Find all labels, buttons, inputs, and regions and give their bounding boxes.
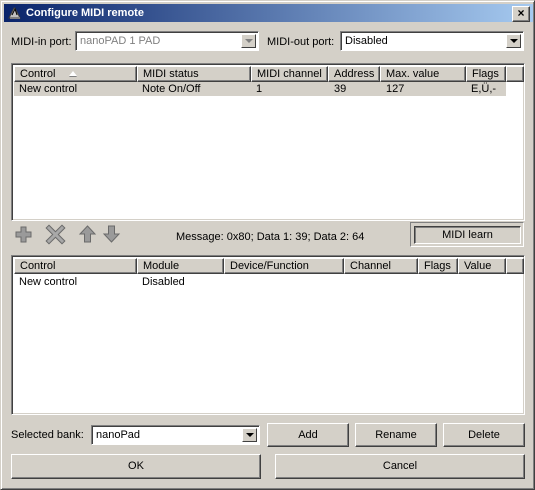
delete-control-button[interactable]	[44, 223, 67, 245]
column-header-label: Device/Function	[230, 260, 309, 272]
column-header-label: Address	[334, 68, 375, 80]
sort-ascending-icon	[69, 71, 77, 76]
cancel-label: Cancel	[382, 460, 418, 472]
table-row[interactable]: New control Note On/Off 1 39 127 E,Ü,-	[14, 82, 506, 96]
chevron-down-icon[interactable]	[242, 428, 257, 442]
cell-midi-channel: 1	[256, 83, 263, 95]
midi-learn-label: MIDI learn	[442, 229, 493, 241]
title-bar[interactable]: Configure MIDI remote ×	[4, 4, 533, 22]
cancel-button[interactable]: Cancel	[275, 454, 525, 479]
window-title: Configure MIDI remote	[26, 7, 144, 19]
arrow-up-icon	[78, 225, 97, 243]
close-icon: ×	[517, 6, 525, 20]
chevron-down-icon	[241, 34, 256, 48]
column-header-address[interactable]: Address	[328, 66, 380, 82]
delete-bank-button[interactable]: Delete	[443, 423, 525, 447]
column-header-midi-channel[interactable]: MIDI channel	[251, 66, 328, 82]
move-down-button[interactable]	[100, 223, 123, 245]
midi-in-select: nanoPAD 1 PAD	[75, 31, 259, 51]
ok-button[interactable]: OK	[11, 454, 261, 479]
cell-module: Disabled	[142, 276, 185, 288]
column-header-device-function[interactable]: Device/Function	[224, 258, 344, 274]
column-header-control[interactable]: Control	[14, 258, 137, 274]
table-row[interactable]: New control Disabled	[14, 274, 506, 288]
cell-address: 39	[334, 83, 347, 95]
midi-out-select[interactable]: Disabled	[340, 31, 524, 51]
column-header-flags[interactable]: Flags	[466, 66, 506, 82]
midi-out-value: Disabled	[345, 35, 388, 47]
selected-bank-label: Selected bank:	[11, 429, 84, 441]
midi-in-value: nanoPAD 1 PAD	[80, 35, 161, 47]
column-header-label: Max. value	[386, 68, 440, 80]
chevron-down-icon[interactable]	[506, 34, 521, 48]
rename-bank-label: Rename	[375, 429, 417, 441]
column-header-channel[interactable]: Channel	[344, 258, 418, 274]
bank-value: nanoPad	[96, 429, 141, 441]
column-header-flags[interactable]: Flags	[418, 258, 458, 274]
cell-control: New control	[19, 83, 78, 95]
column-header-module[interactable]: Module	[137, 258, 224, 274]
bank-select[interactable]: nanoPad	[91, 425, 260, 445]
column-header-label: Control	[20, 260, 56, 272]
rename-bank-button[interactable]: Rename	[355, 423, 437, 447]
column-header-label: Value	[464, 260, 492, 272]
midi-out-label: MIDI-out port:	[267, 36, 335, 48]
column-header-max-value[interactable]: Max. value	[380, 66, 466, 82]
column-header-label: MIDI channel	[257, 68, 322, 80]
arrow-down-icon	[102, 225, 121, 243]
target-control-list[interactable]: Control Module Device/Function Channel F…	[11, 255, 525, 415]
column-header-label: Flags	[424, 260, 451, 272]
add-bank-label: Add	[298, 429, 318, 441]
column-header-label: Flags	[472, 68, 499, 80]
dialog-window: Configure MIDI remote × MIDI-in port: na…	[0, 0, 535, 490]
cell-control: New control	[19, 276, 78, 288]
midi-app-icon	[8, 7, 21, 19]
cell-flags: E,Ü,-	[471, 83, 497, 95]
ok-label: OK	[128, 460, 144, 472]
column-header-label: Control	[20, 68, 56, 80]
cell-max-value: 127	[386, 83, 405, 95]
add-bank-button[interactable]: Add	[267, 423, 349, 447]
column-header-value[interactable]: Value	[458, 258, 506, 274]
column-header-filler	[506, 258, 524, 274]
column-header-midi-status[interactable]: MIDI status	[137, 66, 251, 82]
column-header-label: Channel	[350, 260, 391, 272]
column-header-filler	[506, 66, 524, 82]
plus-icon	[15, 226, 32, 243]
column-header-label: Module	[143, 260, 180, 272]
delete-bank-label: Delete	[468, 429, 500, 441]
column-header-control[interactable]: Control	[14, 66, 137, 82]
move-up-button[interactable]	[76, 223, 99, 245]
add-control-button[interactable]	[12, 223, 35, 245]
midi-message-status: Message: 0x80; Data 1: 39; Data 2: 64	[176, 231, 365, 243]
column-header-label: MIDI status	[143, 68, 199, 80]
close-button[interactable]: ×	[512, 6, 530, 22]
midi-control-list[interactable]: Control MIDI status MIDI channel Address…	[11, 63, 525, 221]
midi-learn-button[interactable]: MIDI learn	[414, 226, 521, 244]
cell-midi-status: Note On/Off	[142, 83, 201, 95]
midi-in-label: MIDI-in port:	[11, 36, 72, 48]
x-icon	[45, 224, 66, 245]
